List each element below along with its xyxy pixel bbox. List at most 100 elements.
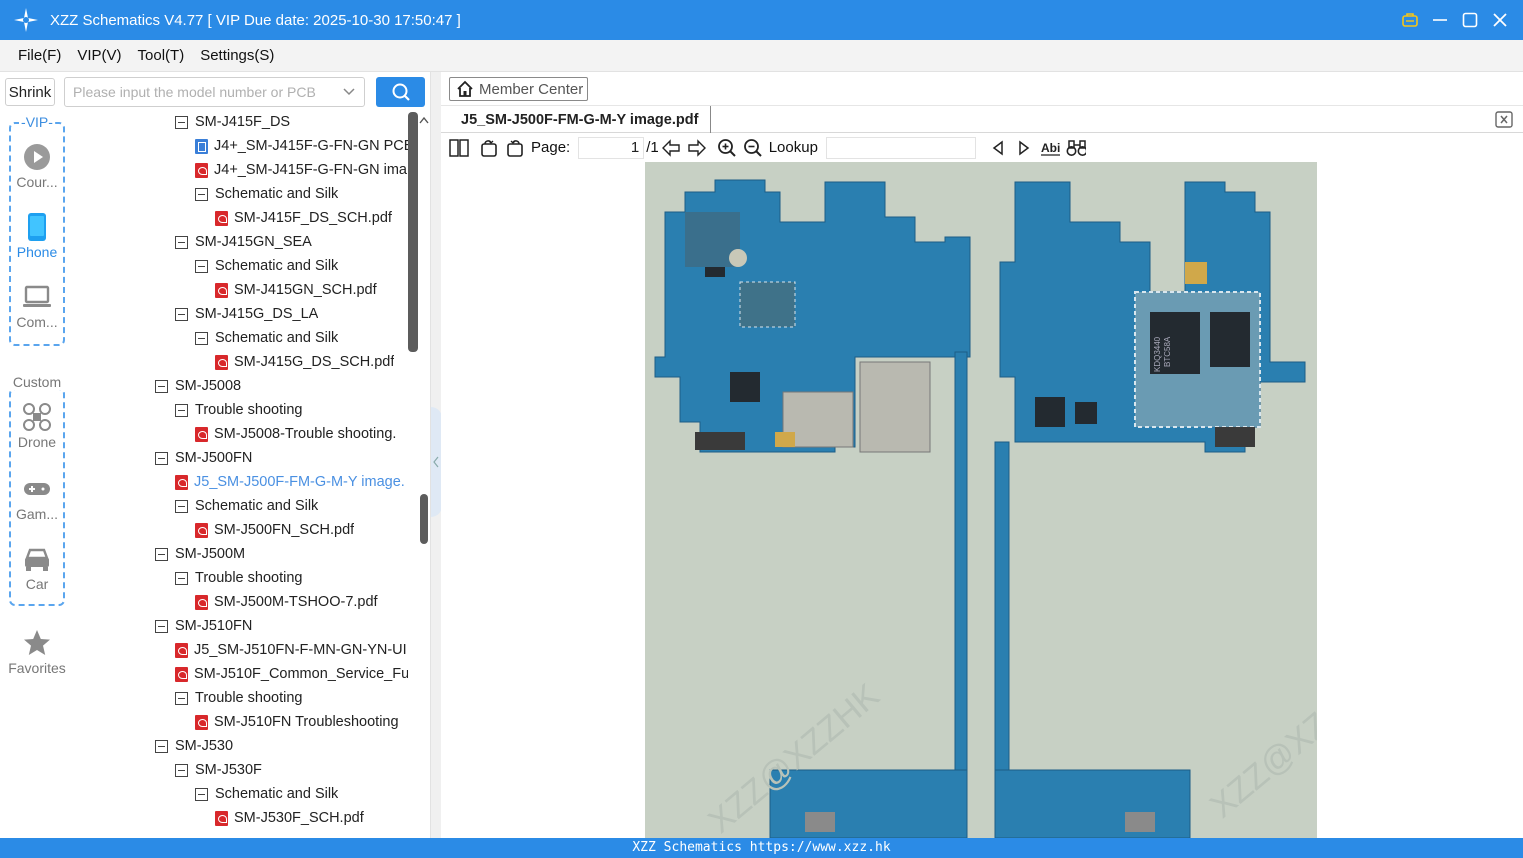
- tree-node-label: SM-J500FN: [175, 450, 253, 466]
- tree-folder-node[interactable]: SM-J530F: [175, 758, 262, 782]
- previous-page-icon[interactable]: [661, 138, 681, 158]
- collapse-toggle-icon[interactable]: [155, 619, 168, 633]
- collapse-toggle-icon[interactable]: [195, 259, 208, 273]
- tree-scrollbar[interactable]: [408, 112, 418, 352]
- tree-folder-node[interactable]: SM-J5008: [155, 374, 241, 398]
- sidebar-item-courses[interactable]: Cour...: [0, 142, 74, 190]
- tree-file-node[interactable]: SM-J510FN Troubleshooting: [195, 710, 399, 734]
- match-case-icon[interactable]: Abi: [1040, 138, 1060, 158]
- tree-folder-node[interactable]: SM-J510FN: [155, 614, 252, 638]
- vip-badge-icon[interactable]: [1401, 11, 1419, 29]
- zoom-out-icon[interactable]: [743, 138, 763, 158]
- member-bar: Member Center: [441, 72, 1523, 106]
- collapse-toggle-icon[interactable]: [175, 763, 188, 777]
- tree-folder-node[interactable]: Schematic and Silk: [195, 254, 338, 278]
- minimize-icon[interactable]: [1431, 11, 1449, 29]
- rotate-left-icon[interactable]: [479, 138, 499, 158]
- collapse-toggle-icon[interactable]: [175, 307, 188, 321]
- menu-file[interactable]: File(F): [18, 47, 61, 64]
- window-title: XZZ Schematics V4.77 [ VIP Due date: 202…: [50, 11, 461, 29]
- tree-file-node[interactable]: SM-J415GN_SCH.pdf: [215, 278, 377, 302]
- dual-page-icon[interactable]: [449, 138, 469, 158]
- model-search-box[interactable]: [64, 77, 365, 107]
- tree-file-node[interactable]: SM-J530F_SCH.pdf: [215, 806, 364, 830]
- tree-folder-node[interactable]: SM-J500M: [155, 542, 245, 566]
- sidebar-item-phone[interactable]: Phone: [0, 212, 74, 260]
- tree-node-label: SM-J530F_SCH.pdf: [234, 810, 364, 826]
- close-icon[interactable]: [1491, 11, 1509, 29]
- gamepad-icon: [22, 474, 52, 504]
- tree-file-node[interactable]: SM-J5008-Trouble shooting.: [195, 422, 396, 446]
- find-next-icon[interactable]: [1014, 138, 1034, 158]
- collapse-toggle-icon[interactable]: [155, 547, 168, 561]
- member-center-button[interactable]: Member Center: [449, 77, 588, 101]
- shrink-button[interactable]: Shrink: [5, 78, 55, 106]
- tree-folder-node[interactable]: SM-J500FN: [155, 446, 252, 470]
- menu-settings[interactable]: Settings(S): [200, 47, 274, 64]
- collapse-toggle-icon[interactable]: [175, 235, 188, 249]
- tree-folder-node[interactable]: SM-J415F_DS: [175, 112, 290, 134]
- tree-folder-node[interactable]: Trouble shooting: [175, 398, 302, 422]
- page-label: Page:: [531, 139, 571, 156]
- collapse-toggle-icon[interactable]: [175, 403, 188, 417]
- collapse-toggle-icon[interactable]: [175, 691, 188, 705]
- collapse-toggle-icon[interactable]: [195, 787, 208, 801]
- tree-folder-node[interactable]: Trouble shooting: [175, 566, 302, 590]
- tree-file-node[interactable]: J4+_SM-J415F-G-FN-GN ima: [195, 158, 407, 182]
- collapse-toggle-icon[interactable]: [155, 739, 168, 753]
- model-search-input[interactable]: [73, 84, 338, 100]
- rotate-right-icon[interactable]: [505, 138, 525, 158]
- sidebar-item-favorites[interactable]: Favorites: [0, 628, 74, 676]
- sidebar-item-car[interactable]: Car: [0, 544, 74, 592]
- tree-folder-node[interactable]: SM-J530: [155, 734, 233, 758]
- pdf-file-icon: [195, 162, 208, 178]
- tree-folder-node[interactable]: SM-J415G_DS_LA: [175, 302, 318, 326]
- page-number-input[interactable]: 1: [578, 136, 645, 159]
- tree-file-node[interactable]: SM-J510F_Common_Service_Ful: [175, 662, 408, 686]
- collapse-toggle-icon[interactable]: [155, 379, 168, 393]
- panel-splitter[interactable]: [430, 72, 442, 838]
- tree-scrollbar-secondary[interactable]: [420, 494, 428, 544]
- collapse-toggle-icon[interactable]: [175, 115, 188, 129]
- tree-file-node[interactable]: J4+_SM-J415F-G-FN-GN PCB: [195, 134, 408, 158]
- tree-node-label: SM-J500M: [175, 546, 246, 562]
- tree-folder-node[interactable]: Trouble shooting: [175, 686, 302, 710]
- tree-folder-node[interactable]: Schematic and Silk: [195, 326, 338, 350]
- tree-folder-node[interactable]: SM-J415GN_SEA: [175, 230, 312, 254]
- scroll-up-arrow-icon[interactable]: [418, 114, 430, 126]
- collapse-toggle-icon[interactable]: [195, 187, 208, 201]
- collapse-toggle-icon[interactable]: [175, 499, 188, 513]
- sidebar-item-drone[interactable]: Drone: [0, 402, 74, 450]
- tree-node-label: SM-J415GN_SEA: [195, 234, 312, 250]
- maximize-icon[interactable]: [1461, 11, 1479, 29]
- tab-document[interactable]: J5_SM-J500F-FM-G-M-Y image.pdf: [449, 106, 712, 133]
- menu-tool[interactable]: Tool(T): [138, 47, 185, 64]
- pdf-viewer[interactable]: BTC58A KDQ3440 XZZ@XZZHK XZZ@XZZHK: [441, 162, 1523, 838]
- laptop-icon: [22, 282, 52, 312]
- zoom-in-icon[interactable]: [717, 138, 737, 158]
- search-button[interactable]: [376, 77, 425, 107]
- collapse-toggle-icon[interactable]: [175, 571, 188, 585]
- lookup-input[interactable]: [825, 136, 976, 159]
- tree-file-node[interactable]: J5_SM-J510FN-F-MN-GN-YN-UI: [175, 638, 407, 662]
- tree-folder-node[interactable]: Schematic and Silk: [175, 494, 318, 518]
- sidebar-item-label: Gam...: [15, 506, 58, 522]
- tree-folder-node[interactable]: Schematic and Silk: [195, 182, 338, 206]
- binoculars-icon[interactable]: [1066, 138, 1086, 158]
- collapse-toggle-icon[interactable]: [195, 331, 208, 345]
- find-previous-icon[interactable]: [988, 138, 1008, 158]
- next-page-icon[interactable]: [687, 138, 707, 158]
- tree-file-node[interactable]: SM-J415F_DS_SCH.pdf: [215, 206, 392, 230]
- tree-folder-node[interactable]: Schematic and Silk: [195, 782, 338, 806]
- sidebar-item-computer[interactable]: Com...: [0, 282, 74, 330]
- menu-vip[interactable]: VIP(V): [77, 47, 121, 64]
- tree-node-label: Trouble shooting: [195, 570, 303, 586]
- tree-file-node[interactable]: SM-J500M-TSHOO-7.pdf: [195, 590, 378, 614]
- tree-file-node[interactable]: SM-J415G_DS_SCH.pdf: [215, 350, 394, 374]
- tree-file-node[interactable]: J5_SM-J500F-FM-G-M-Y image.: [175, 470, 405, 494]
- chevron-down-icon[interactable]: [342, 85, 356, 99]
- tree-file-node[interactable]: SM-J500FN_SCH.pdf: [195, 518, 354, 542]
- collapse-toggle-icon[interactable]: [155, 451, 168, 465]
- close-tab-icon[interactable]: [1495, 111, 1513, 128]
- sidebar-item-game[interactable]: Gam...: [0, 474, 74, 522]
